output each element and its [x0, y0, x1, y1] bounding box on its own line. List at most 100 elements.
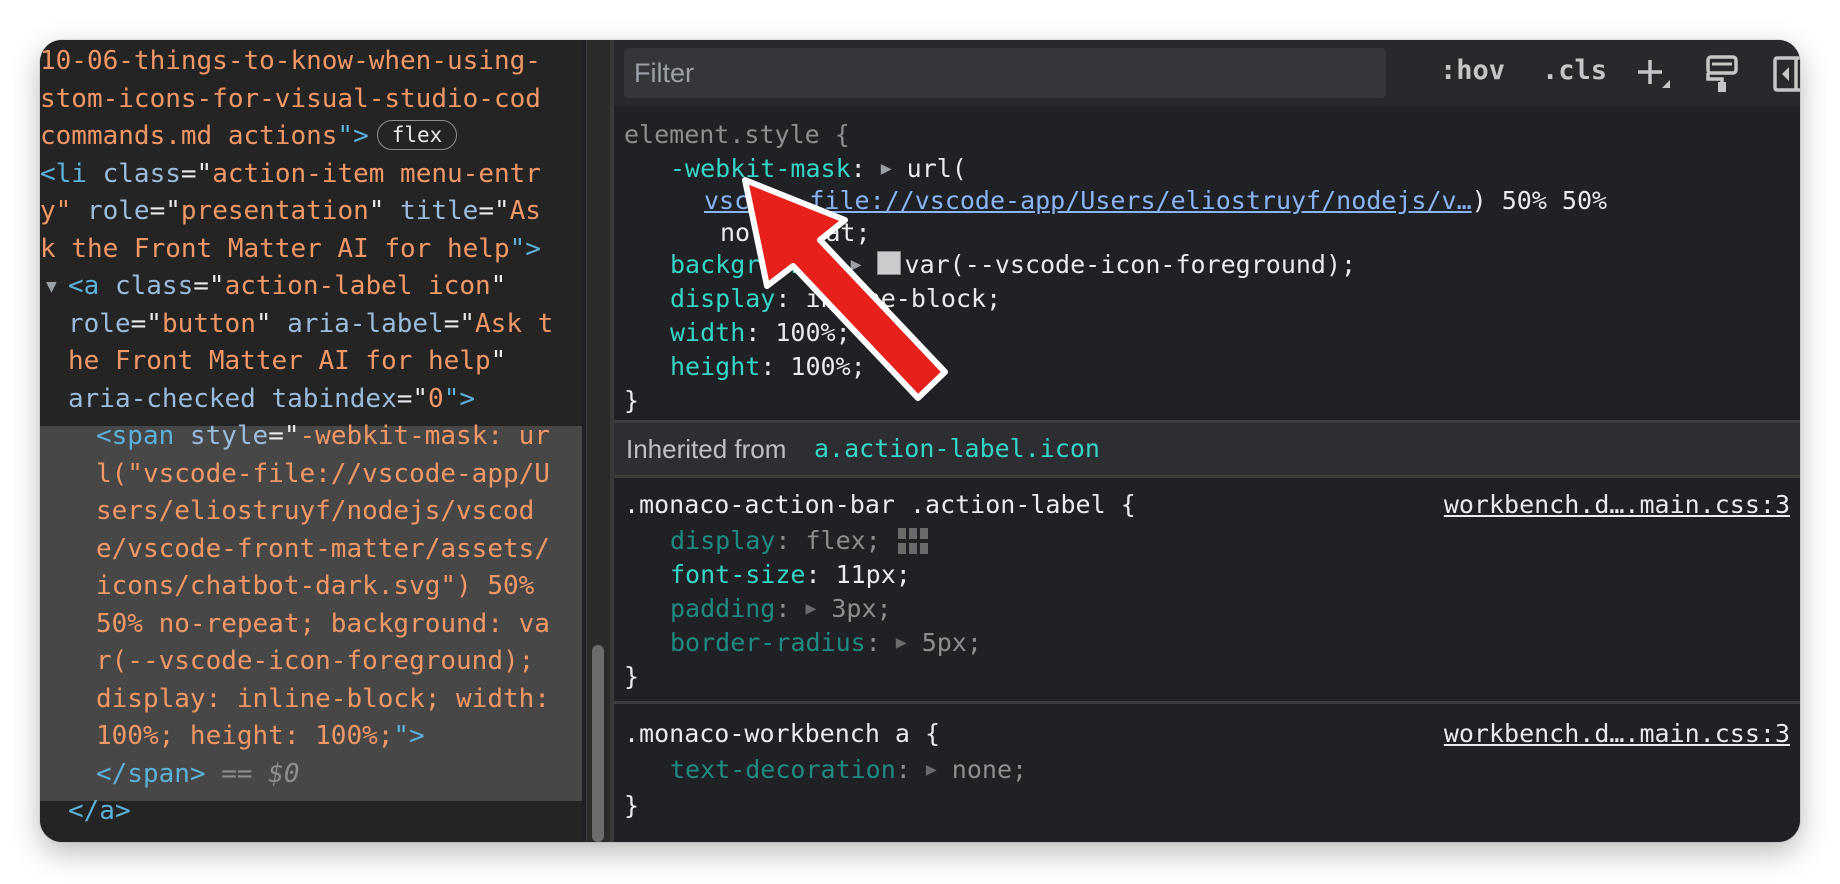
dom-token: 10-06-things-to-know-when-using- — [40, 46, 541, 76]
dom-line[interactable]: commands.md actions"> flex — [40, 118, 553, 156]
add-icon[interactable] — [1630, 52, 1674, 96]
decl-padding-inactive[interactable]: padding: ▶ 3px; — [670, 594, 892, 624]
decl-display-inactive[interactable]: display: flex; — [670, 526, 930, 556]
dom-token: "> — [443, 383, 476, 414]
expand-triangle-icon[interactable]: ▼ — [46, 268, 57, 306]
dom-token: 100%; height: 100%; — [96, 721, 394, 751]
filter-input[interactable]: Filter — [624, 48, 1386, 98]
dom-token: <span — [96, 421, 190, 451]
dom-token: " — [255, 308, 288, 339]
rule-selector[interactable]: .monaco-action-bar .action-label { — [624, 490, 1136, 520]
flex-editor-icon[interactable] — [896, 526, 930, 556]
decl-text-decoration-inactive[interactable]: text-decoration: ▶ none; — [670, 755, 1027, 785]
rule-close: } — [624, 662, 640, 691]
dom-line[interactable]: aria-checked tabindex="0"> — [40, 381, 553, 419]
dom-token: class — [102, 158, 181, 189]
dom-token: class — [114, 271, 194, 301]
dom-line[interactable]: e/vscode-front-matter/assets/ — [40, 531, 553, 569]
dom-line[interactable]: icons/chatbot-dark.svg") 50% — [40, 568, 553, 606]
flex-badge[interactable]: flex — [376, 120, 458, 150]
decl-width[interactable]: width: 100%; — [670, 318, 851, 348]
expand-triangle-icon[interactable]: ▶ — [881, 158, 892, 179]
dom-token: role — [86, 196, 150, 226]
rule-selector[interactable]: .monaco-workbench a { — [624, 719, 940, 749]
dom-token: display: inline-block; width: — [96, 683, 550, 714]
dom-token: aria-checked — [68, 383, 272, 414]
decl-webkit-mask[interactable]: -webkit-mask: ▶ url( — [670, 154, 967, 184]
source-link[interactable]: workbench.d….main.css:3 — [1444, 719, 1790, 749]
hov-toggle[interactable]: :hov — [1440, 54, 1505, 88]
dom-token: "> — [337, 121, 369, 151]
element-style-selector[interactable]: element.style { — [624, 120, 850, 150]
devtools-window: 10-06-things-to-know-when-using-stom-ico… — [40, 40, 1800, 842]
expand-triangle-icon[interactable]: ▶ — [805, 598, 816, 619]
dom-line[interactable]: ▼ <a class="action-label icon" — [40, 268, 553, 306]
dom-line[interactable]: </span> == $0 — [40, 756, 553, 794]
dom-line[interactable]: he Front Matter AI for help" — [40, 343, 553, 381]
dom-token: k the Front Matter AI for help — [40, 233, 510, 264]
dom-line[interactable]: 100%; height: 100%;"> — [40, 718, 553, 756]
inherited-selector-link[interactable]: a.action-label.icon — [814, 433, 1100, 465]
separator — [614, 701, 1800, 704]
dom-tree[interactable]: 10-06-things-to-know-when-using-stom-ico… — [40, 43, 553, 831]
color-swatch[interactable] — [876, 251, 901, 275]
dom-token: presentation — [180, 196, 369, 226]
mask-url-link[interactable]: vscode-file://vscode-app/Users/eliostruy… — [704, 186, 1472, 215]
dom-line[interactable]: stom-icons-for-visual-studio-cod — [40, 81, 553, 119]
dom-line[interactable]: y" role="presentation" title="As — [40, 193, 553, 231]
dom-token: =" — [268, 421, 300, 451]
dom-token: title — [400, 196, 479, 226]
dom-line[interactable]: role="button" aria-label="Ask t — [40, 306, 553, 344]
rule-close: } — [624, 791, 640, 820]
dom-token: y" — [40, 196, 87, 226]
dom-line[interactable]: l("vscode-file://vscode-app/U — [40, 456, 553, 494]
dom-token: </a> — [68, 796, 131, 826]
dom-token: icons/chatbot-dark.svg") 50% — [96, 571, 535, 601]
dom-token: button — [161, 308, 256, 339]
decl-webkit-mask-cont: no-repeat; — [720, 218, 871, 247]
dom-token: =" — [130, 308, 162, 339]
dom-line[interactable]: <span style="-webkit-mask: ur — [40, 418, 553, 456]
dom-token: "> — [509, 233, 541, 264]
dom-line[interactable]: display: inline-block; width: — [40, 681, 553, 719]
inherited-header: Inherited from a.action-label.icon — [614, 423, 1800, 475]
dom-line[interactable]: sers/eliostruyf/nodejs/vscod — [40, 493, 553, 531]
dom-line[interactable]: 50% no-repeat; background: va — [40, 606, 553, 644]
dom-token: </span> — [96, 758, 206, 789]
expand-triangle-icon[interactable]: ▶ — [896, 632, 907, 653]
decl-display[interactable]: display: inline-block; — [670, 284, 1001, 314]
dom-token: -webkit-mask: ur — [299, 421, 550, 451]
source-link[interactable]: workbench.d….main.css:3 — [1444, 490, 1790, 520]
dom-token: $0 — [268, 758, 300, 789]
cls-toggle[interactable]: .cls — [1542, 54, 1607, 88]
expand-triangle-icon[interactable]: ▶ — [851, 254, 862, 275]
dom-token: =" — [149, 196, 181, 226]
dom-line[interactable]: r(--vscode-icon-foreground); — [40, 643, 553, 681]
dom-token: <a — [68, 271, 115, 301]
dom-token: commands.md actions — [40, 121, 338, 151]
decl-background[interactable]: background: ▶ var(--vscode-icon-foregrou… — [670, 250, 1356, 280]
dom-line[interactable]: 10-06-things-to-know-when-using- — [40, 43, 553, 81]
dom-token: sers/eliostruyf/nodejs/vscod — [96, 496, 535, 526]
dom-line[interactable]: </a> — [40, 793, 553, 831]
dom-token: role — [68, 308, 131, 339]
dom-token: stom-icons-for-visual-studio-cod — [40, 83, 541, 114]
dom-token: =" — [478, 196, 510, 226]
dom-token: e/vscode-front-matter/assets/ — [96, 533, 550, 564]
decl-border-radius-inactive[interactable]: border-radius: ▶ 5px; — [670, 628, 982, 658]
decl-webkit-mask-url[interactable]: vscode-file://vscode-app/Users/eliostruy… — [704, 186, 1607, 216]
styles-panel: Filter :hov .cls element.style { -webkit… — [614, 40, 1800, 842]
dom-line[interactable]: k the Front Matter AI for help"> — [40, 231, 553, 269]
dom-token: action-item menu-entr — [212, 158, 541, 189]
paint-brush-icon[interactable] — [1700, 52, 1744, 96]
dom-token: tabindex — [271, 383, 397, 414]
dom-token: l("vscode-file://vscode-app/U — [96, 458, 550, 489]
dom-line[interactable]: <li class="action-item menu-entr — [40, 156, 553, 194]
decl-height[interactable]: height: 100%; — [670, 352, 866, 382]
dom-token: <li — [40, 158, 103, 189]
decl-font-size[interactable]: font-size: 11px; — [670, 560, 911, 590]
styles-toolbar: Filter :hov .cls — [614, 40, 1800, 106]
elements-scrollbar-thumb[interactable] — [592, 645, 604, 842]
toggle-sidebar-icon[interactable] — [1770, 52, 1800, 96]
expand-triangle-icon[interactable]: ▶ — [926, 759, 937, 780]
